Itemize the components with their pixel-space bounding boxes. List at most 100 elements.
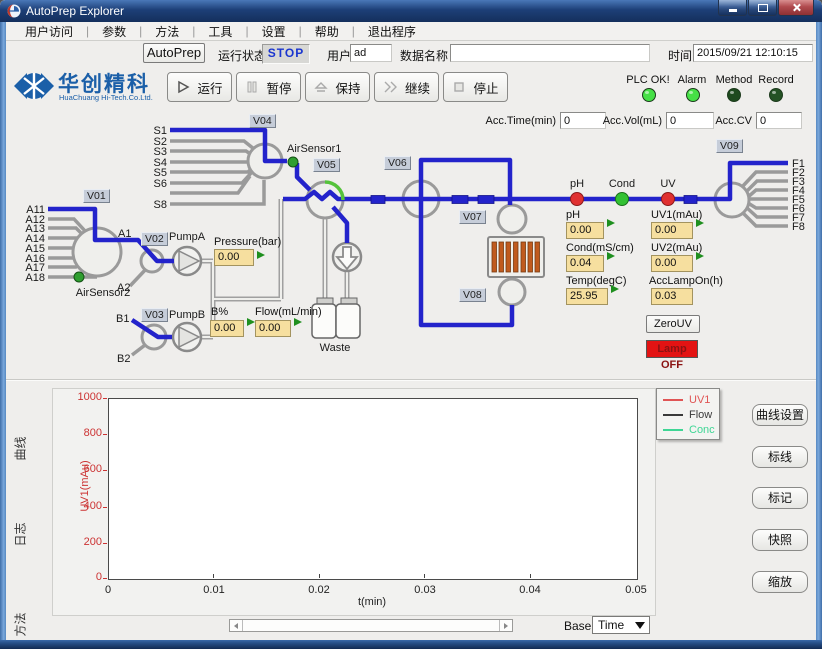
valve-v04[interactable]	[248, 144, 282, 178]
base-dropdown[interactable]: Time	[592, 616, 650, 634]
acc-lamp-on-label: AccLampOn(h)	[649, 275, 723, 287]
valve-v03[interactable]	[142, 325, 166, 349]
minimize-button[interactable]	[718, 0, 747, 16]
port-label-a12: A12	[25, 214, 45, 226]
ph-sensor-dot	[571, 193, 584, 206]
base-dropdown-value: Time	[598, 618, 624, 632]
valve-v06[interactable]	[403, 181, 439, 217]
resume-button[interactable]: 继续	[374, 72, 439, 102]
valve-v09[interactable]	[715, 183, 749, 217]
maximize-button[interactable]	[748, 0, 777, 16]
menu-tools[interactable]: 工具	[195, 23, 245, 40]
y-tick: 1000	[68, 391, 102, 403]
method-led	[727, 88, 741, 102]
port-label-a16: A16	[25, 253, 45, 265]
marker-line-button[interactable]: 标线	[752, 446, 808, 468]
menu-settings[interactable]: 设置	[249, 23, 299, 40]
b-percent-label: B%	[211, 306, 228, 318]
lamp-status-indicator[interactable]: Lamp OFF	[646, 340, 698, 358]
valve-label-v07: V07	[459, 210, 486, 224]
flow-trend-arrow	[294, 318, 302, 326]
valve-v01[interactable]	[73, 228, 121, 276]
tab-curve[interactable]: 曲线	[12, 417, 29, 481]
hold-button[interactable]: 保持	[305, 72, 370, 102]
uv2-trend-arrow	[696, 252, 704, 260]
x-tick: 0.01	[194, 584, 234, 596]
uv1-label: UV1(mAu)	[651, 209, 702, 221]
port-label-f4: F4	[792, 185, 805, 197]
acc-lamp-on-value: 0.03	[651, 288, 693, 305]
user-input[interactable]: ad	[350, 44, 392, 62]
valve-v05[interactable]	[307, 182, 343, 218]
data-name-input[interactable]	[450, 44, 650, 62]
chart-scrollbar[interactable]	[229, 619, 513, 632]
menu-help[interactable]: 帮助	[302, 23, 352, 40]
window-border-right	[816, 22, 822, 642]
zero-uv-button[interactable]: ZeroUV	[646, 315, 700, 333]
legend-item-flow[interactable]: Flow	[663, 407, 719, 422]
scroll-right-arrow[interactable]	[499, 620, 512, 631]
legend-item-uv1[interactable]: UV1	[663, 392, 719, 407]
tab-log[interactable]: 日志	[12, 503, 29, 567]
valve-label-v09: V09	[716, 139, 743, 153]
autoprep-button[interactable]: AutoPrep	[143, 43, 205, 63]
play-icon	[176, 80, 190, 94]
valve-label-v01: V01	[83, 189, 110, 203]
valve-v08[interactable]	[499, 279, 525, 305]
pause-button-label: 暂停	[266, 78, 291, 97]
uv2-value: 0.00	[651, 255, 693, 272]
scroll-left-arrow[interactable]	[230, 620, 243, 631]
hold-button-label: 保持	[335, 78, 360, 97]
valve-label-v08: V08	[459, 288, 486, 302]
port-label-s2: S2	[154, 136, 167, 148]
pause-button[interactable]: 暂停	[236, 72, 301, 102]
legend-label-conc: Conc	[689, 424, 715, 436]
alarm-led	[686, 88, 700, 102]
zoom-button[interactable]: 缩放	[752, 571, 808, 593]
app-icon	[7, 4, 21, 18]
waste-label: Waste	[320, 342, 351, 354]
data-name-label: 数据名称	[400, 47, 448, 64]
pressure-value: 0.00	[214, 249, 254, 266]
plot-area[interactable]	[108, 398, 638, 580]
port-label-a1: A1	[118, 228, 131, 240]
x-tick: 0.02	[299, 584, 339, 596]
pump-a[interactable]	[173, 247, 201, 275]
pump-b[interactable]	[173, 323, 201, 351]
x-tick: 0.03	[405, 584, 445, 596]
valve-v02[interactable]	[141, 250, 163, 272]
cond-trend-arrow	[607, 252, 615, 260]
mark-button[interactable]: 标记	[752, 487, 808, 509]
menu-method[interactable]: 方法	[142, 23, 192, 40]
y-tick: 200	[68, 536, 102, 548]
curve-settings-button[interactable]: 曲线设置	[752, 404, 808, 426]
port-label-s3: S3	[154, 146, 167, 158]
flow-value: 0.00	[255, 320, 291, 337]
resume-button-label: 继续	[405, 78, 430, 97]
stop-button[interactable]: 停止	[443, 72, 508, 102]
record-led-label: Record	[748, 74, 804, 86]
company-logo	[12, 68, 56, 104]
valve-v07[interactable]	[498, 205, 526, 233]
chart-legend: UV1 Flow Conc	[656, 388, 720, 440]
run-status-label: 运行状态	[218, 47, 266, 64]
air-sensor-1-label: AirSensor1	[287, 143, 341, 155]
down-arrow-icon	[337, 247, 357, 269]
minimize-icon	[729, 9, 737, 12]
menu-user-access[interactable]: 用户访问	[12, 23, 86, 40]
menu-exit[interactable]: 退出程序	[355, 23, 429, 40]
run-button[interactable]: 运行	[167, 72, 232, 102]
port-label-f7: F7	[792, 212, 805, 224]
time-value: 2015/09/21 12:10:15	[693, 44, 813, 62]
y-tick-mark	[103, 434, 107, 435]
acc-cv-label: Acc.CV	[714, 115, 752, 127]
fast-forward-icon	[383, 80, 398, 94]
legend-label-uv1: UV1	[689, 394, 710, 406]
y-tick-mark	[103, 398, 107, 399]
close-button[interactable]	[778, 0, 814, 16]
menu-parameters[interactable]: 参数	[89, 23, 139, 40]
snapshot-button[interactable]: 快照	[752, 529, 808, 551]
legend-item-conc[interactable]: Conc	[663, 422, 719, 437]
run-status-value: STOP	[262, 44, 310, 64]
title-bar[interactable]: AutoPrep Explorer	[0, 0, 822, 22]
